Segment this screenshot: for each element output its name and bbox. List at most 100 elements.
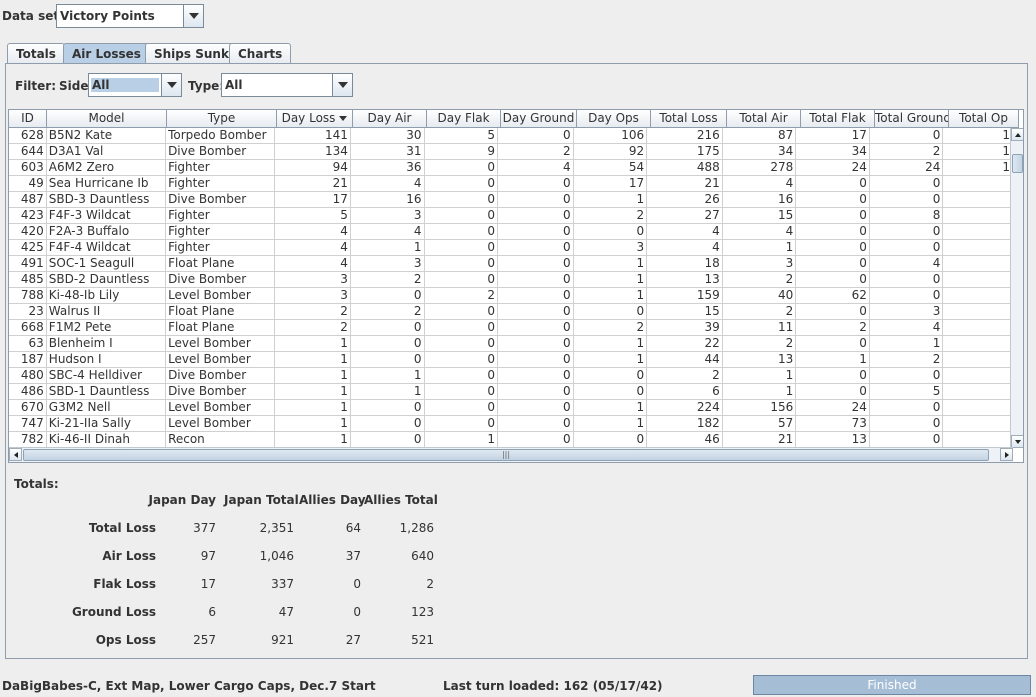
table-row[interactable]: 487 SBD-3 Dauntless Dive Bomber 17 16 0 0 1 26 16… [9,192,1013,208]
column-header[interactable]: Total Loss [651,110,727,128]
column-header[interactable]: Total Air [727,110,801,128]
table-row[interactable]: 23 Walrus II Float Plane 2 2 0 0 0 15 2 0 3 [9,304,1013,320]
air-losses-table[interactable]: ID Model Type Day Loss Day Air Day Flak Day Gr… [8,109,1024,463]
table-cell [943,256,1013,272]
tab-air-losses[interactable]: Air Losses [63,43,150,65]
table-cell: 106 [573,128,648,144]
table-row[interactable]: 480 SBC-4 Helldiver Dive Bomber 1 1 0 0 0 2 1 0 0 [9,368,1013,384]
column-header[interactable]: Model [47,110,167,128]
table-cell: 1 [424,432,499,448]
scroll-right-icon[interactable] [1000,448,1013,461]
horizontal-scrollbar[interactable]: ||| [9,447,1013,462]
table-cell: 6 [647,384,723,400]
table-row[interactable]: 747 Ki-21-IIa Sally Level Bomber 1 0 0 0 1 182 57… [9,416,1013,432]
totals-value: 377 [193,521,216,535]
table-cell: SBC-4 Helldiver [46,368,167,384]
table-cell [943,432,1013,448]
table-row[interactable]: 63 Blenheim I Level Bomber 1 0 0 0 1 22 2 0 1 [9,336,1013,352]
column-header[interactable]: Day Flak [427,110,501,128]
table-cell: Sea Hurricane Ib [46,176,167,192]
vertical-scrollbar[interactable] [1010,128,1023,448]
table-cell: 23 [9,304,47,320]
horizontal-scroll-thumb[interactable]: ||| [23,449,989,461]
table-cell: 1 [869,336,944,352]
table-cell: 24 [869,160,944,176]
table-row[interactable]: 187 Hudson I Level Bomber 1 0 0 0 1 44 13 1 2 [9,352,1013,368]
scroll-up-icon[interactable] [1011,128,1023,141]
table-cell: 4 [275,224,351,240]
table-row[interactable]: 491 SOC-1 Seagull Float Plane 4 3 0 0 1 18 3 0 4 [9,256,1013,272]
table-cell: Fighter [166,160,276,176]
tab-totals[interactable]: Totals [7,43,65,64]
table-cell: 21 [275,176,351,192]
dataset-select[interactable]: Victory Points [56,4,204,28]
table-row[interactable]: 782 Ki-46-II Dinah Recon 1 0 1 0 0 46 21 13 0 [9,432,1013,448]
table-row[interactable]: 420 F2A-3 Buffalo Fighter 4 4 0 0 0 4 4 0 0 [9,224,1013,240]
table-cell: 17 [573,176,648,192]
table-cell: Fighter [166,176,276,192]
column-header[interactable]: Total Op [949,110,1019,128]
table-row[interactable]: 670 G3M2 Nell Level Bomber 1 0 0 0 1 224 156 24 0 [9,400,1013,416]
table-row[interactable]: 668 F1M2 Pete Float Plane 2 0 0 0 2 39 11 2 4 [9,320,1013,336]
scroll-left-icon[interactable] [9,448,22,461]
table-row[interactable]: 423 F4F-3 Wildcat Fighter 5 3 0 0 2 27 15 0 8 [9,208,1013,224]
table-cell: 488 [647,160,723,176]
progress-bar: Finished [753,675,1031,695]
table-row[interactable]: 788 Ki-48-Ib Lily Level Bomber 3 0 2 0 1 159 40 62… [9,288,1013,304]
table-row[interactable]: 425 F4F-4 Wildcat Fighter 4 1 0 0 3 4 1 0 0 [9,240,1013,256]
totals-title: Totals: [14,477,59,491]
table-cell: 224 [647,400,723,416]
column-header[interactable]: Type [167,110,277,128]
table-cell: 1 [350,240,425,256]
table-cell: 2 [498,144,574,160]
table-cell: 0 [869,192,944,208]
tab-charts[interactable]: Charts [229,43,292,64]
table-body[interactable]: 628 B5N2 Kate Torpedo Bomber 141 30 5 0 106 216 8… [9,128,1013,448]
table-cell: 2 [424,288,499,304]
table-cell [943,336,1013,352]
table-row[interactable]: 603 A6M2 Zero Fighter 94 36 0 4 54 488 278 24 24 1 [9,160,1013,176]
table-row[interactable]: 644 D3A1 Val Dive Bomber 134 31 9 2 92 175 34 34 2 1 [9,144,1013,160]
column-header-label: Model [88,111,125,125]
type-select[interactable]: All [221,73,353,97]
table-cell: 16 [350,192,425,208]
chevron-down-icon[interactable] [161,74,181,96]
table-cell: 13 [722,352,797,368]
table-row[interactable]: 628 B5N2 Kate Torpedo Bomber 141 30 5 0 106 216 8… [9,128,1013,144]
side-select[interactable]: All [88,73,182,97]
table-cell: 22 [647,336,723,352]
table-cell: 0 [424,160,499,176]
column-header[interactable]: Day Loss [277,110,353,128]
table-cell: 134 [275,144,351,160]
column-header-label: Total Loss [659,111,718,125]
column-header[interactable]: Day Ground [501,110,577,128]
chevron-down-icon[interactable] [183,5,203,27]
table-row[interactable]: 49 Sea Hurricane Ib Fighter 21 4 0 0 17 21 4 0 0 [9,176,1013,192]
column-header[interactable]: Day Air [353,110,427,128]
table-cell: Level Bomber [166,416,276,432]
column-header[interactable]: Total Ground [875,110,949,128]
table-cell: Walrus II [46,304,167,320]
table-cell: 0 [573,224,648,240]
column-header-label: Type [207,111,236,125]
table-cell: 0 [350,400,425,416]
table-cell: 4 [722,224,797,240]
table-cell: 2 [722,304,797,320]
table-row[interactable]: 485 SBD-2 Dauntless Dive Bomber 3 2 0 0 1 13 2 0 0 [9,272,1013,288]
table-cell: SBD-2 Dauntless [46,272,167,288]
table-cell: 0 [498,384,574,400]
column-header[interactable]: ID [9,110,47,128]
tab-ships-sunk[interactable]: Ships Sunk [145,43,238,64]
table-cell: 4 [869,256,944,272]
table-row[interactable]: 486 SBD-1 Dauntless Dive Bomber 1 1 0 0 0 6 1 0 5 [9,384,1013,400]
chevron-down-icon[interactable] [332,74,352,96]
table-cell: 5 [424,128,499,144]
table-cell: 3 [275,288,351,304]
table-cell: 670 [9,400,47,416]
table-cell: 141 [275,128,351,144]
column-header[interactable]: Total Flak [801,110,875,128]
column-header[interactable]: Day Ops [577,110,651,128]
totals-row-label: Ops Loss [95,633,156,647]
table-cell: 0 [498,320,574,336]
vertical-scroll-thumb[interactable] [1012,154,1023,173]
